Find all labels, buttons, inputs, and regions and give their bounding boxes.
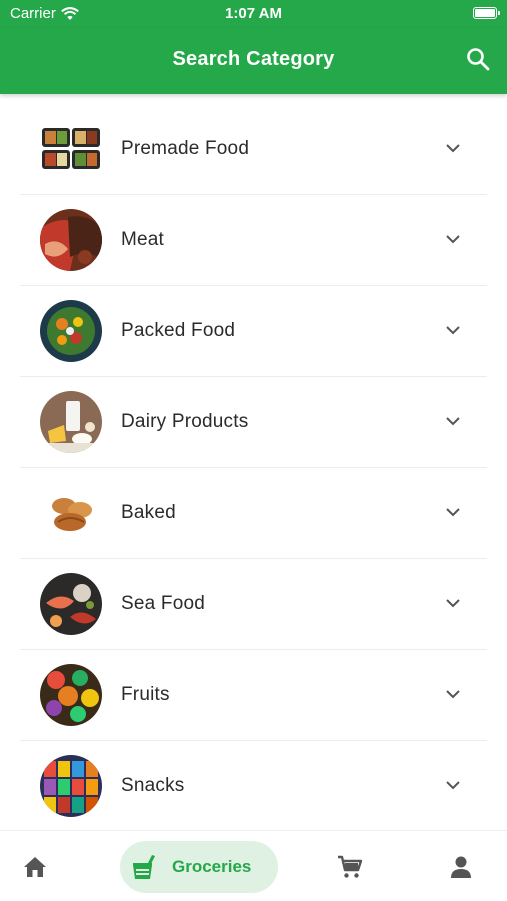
category-label: Baked [121,502,176,523]
premade-food-thumbnail [40,118,102,180]
category-label: Meat [121,229,165,250]
bottom-navigation: Groceries [0,830,507,901]
category-label: Dairy Products [121,411,249,432]
battery-icon [473,7,500,19]
search-icon[interactable] [465,46,491,72]
category-label: Packed Food [121,320,236,341]
status-time: 1:07 AM [225,5,282,22]
category-item-sea-food[interactable]: Sea Food [20,559,487,650]
groceries-icon [133,855,155,879]
nav-groceries-label: Groceries [172,857,252,876]
sea-food-thumbnail [40,573,102,635]
category-item-baked[interactable]: Baked [20,468,487,559]
category-label: Snacks [121,775,185,796]
category-item-packed-food[interactable]: Packed Food [20,286,487,377]
category-item-meat[interactable]: Meat [20,195,487,286]
category-label: Fruits [121,684,170,705]
fruits-thumbnail [40,664,102,726]
chevron-down-icon[interactable] [445,413,461,429]
baked-thumbnail [40,482,102,544]
meat-thumbnail [40,209,102,271]
chevron-down-icon[interactable] [445,595,461,611]
chevron-down-icon[interactable] [445,322,461,338]
packed-food-thumbnail [40,300,102,362]
category-label: Premade Food [121,138,250,159]
chevron-down-icon[interactable] [445,686,461,702]
snacks-thumbnail [40,755,102,817]
chevron-down-icon[interactable] [445,504,461,520]
category-item-dairy-products[interactable]: Dairy Products [20,377,487,468]
chevron-down-icon[interactable] [445,231,461,247]
category-item-fruits[interactable]: Fruits [20,650,487,741]
category-item-premade-food[interactable]: Premade Food [20,104,487,195]
chevron-down-icon[interactable] [445,140,461,156]
category-label: Sea Food [121,593,205,614]
nav-groceries-tab[interactable]: Groceries [120,841,278,893]
category-list: Premade Food Meat Packed Food Dairy Prod… [20,104,487,832]
status-bar: Carrier 1:07 AM [0,0,507,28]
cart-icon[interactable] [337,854,363,880]
page-title: Search Category [172,48,335,70]
home-icon[interactable] [22,855,48,879]
category-item-snacks[interactable]: Snacks [20,741,487,832]
chevron-down-icon[interactable] [445,777,461,793]
dairy-products-thumbnail [40,391,102,453]
user-icon[interactable] [448,854,474,880]
app-bar: Search Category [0,28,507,94]
